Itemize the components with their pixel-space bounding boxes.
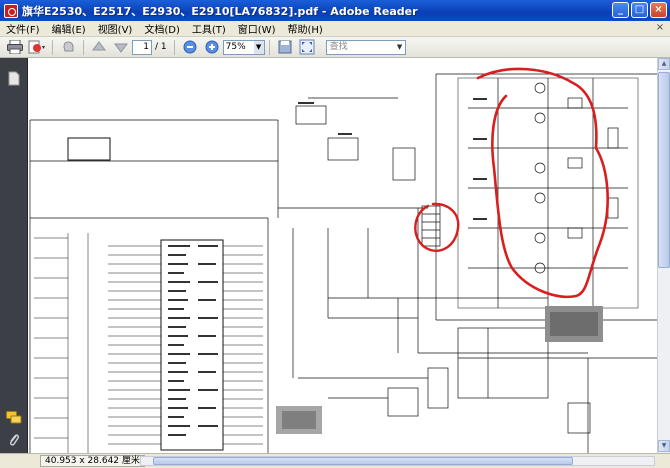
toolbar-separator bbox=[173, 39, 175, 55]
menu-window[interactable]: 窗口(W) bbox=[232, 21, 282, 36]
zoom-in-icon[interactable] bbox=[203, 39, 221, 55]
navigation-panel bbox=[0, 58, 28, 453]
attachments-icon[interactable] bbox=[6, 432, 22, 448]
search-input[interactable]: 查找 ▼ bbox=[325, 39, 406, 55]
page-dimensions: 40.953 x 28.642 厘米 bbox=[40, 455, 145, 467]
search-placeholder: 查找 bbox=[329, 41, 348, 52]
adobe-reader-icon bbox=[4, 3, 18, 18]
close-button[interactable]: × bbox=[650, 2, 667, 18]
horizontal-scroll-thumb[interactable] bbox=[153, 457, 573, 465]
maximize-button[interactable]: □ bbox=[631, 2, 648, 18]
horizontal-scrollbar[interactable] bbox=[140, 456, 655, 466]
minimize-button[interactable]: _ bbox=[612, 2, 629, 18]
menu-bar: 文件(F) 编辑(E) 视图(V) 文档(D) 工具(T) 窗口(W) 帮助(H… bbox=[0, 21, 670, 37]
menu-tools[interactable]: 工具(T) bbox=[186, 21, 232, 36]
red-annotation-circle bbox=[476, 67, 609, 299]
save-copy-icon[interactable] bbox=[276, 39, 294, 55]
toolbar-separator bbox=[52, 39, 53, 55]
document-view[interactable] bbox=[28, 58, 657, 453]
document-close-icon[interactable]: × bbox=[654, 22, 666, 34]
title-bar: 旗华E2530、E2517、E2930、E2910[LA76832].pdf -… bbox=[0, 0, 670, 21]
page-up-icon[interactable] bbox=[90, 39, 108, 55]
comments-icon[interactable] bbox=[6, 410, 22, 426]
chevron-down-icon[interactable]: ▼ bbox=[253, 40, 264, 54]
scroll-up-icon[interactable]: ▲ bbox=[658, 58, 670, 70]
menu-document[interactable]: 文档(D) bbox=[138, 21, 186, 36]
menu-file[interactable]: 文件(F) bbox=[0, 21, 46, 36]
menu-help[interactable]: 帮助(H) bbox=[281, 21, 328, 36]
toolbar: 1 / 1 75% ▼ 查找 ▼ bbox=[0, 37, 670, 58]
page-down-icon[interactable] bbox=[112, 39, 130, 55]
page-total-label: / 1 bbox=[155, 42, 167, 52]
email-pdf-icon[interactable] bbox=[28, 39, 46, 55]
print-icon[interactable] bbox=[6, 39, 24, 55]
window-controls: _ □ × bbox=[612, 2, 667, 18]
pages-icon[interactable] bbox=[6, 70, 22, 86]
page-number-input[interactable]: 1 bbox=[132, 39, 152, 55]
hand-tool-icon[interactable] bbox=[59, 39, 77, 55]
scroll-down-icon[interactable]: ▼ bbox=[658, 440, 670, 452]
chevron-down-icon[interactable]: ▼ bbox=[395, 41, 405, 54]
toolbar-separator bbox=[268, 39, 270, 55]
window-title: 旗华E2530、E2517、E2930、E2910[LA76832].pdf -… bbox=[22, 4, 418, 18]
fit-page-icon[interactable] bbox=[298, 39, 316, 55]
schematic-drawing bbox=[29, 67, 657, 453]
menu-edit[interactable]: 编辑(E) bbox=[46, 21, 92, 36]
zoom-level-value: 75% bbox=[225, 41, 246, 52]
menu-view[interactable]: 视图(V) bbox=[92, 21, 139, 36]
vertical-scroll-thumb[interactable] bbox=[658, 72, 670, 268]
zoom-level-select[interactable]: 75% ▼ bbox=[222, 39, 265, 55]
toolbar-separator bbox=[83, 39, 84, 55]
vertical-scrollbar[interactable]: ▲ ▼ bbox=[657, 58, 670, 453]
zoom-out-icon[interactable] bbox=[181, 39, 199, 55]
status-bar: 40.953 x 28.642 厘米 bbox=[0, 453, 670, 468]
